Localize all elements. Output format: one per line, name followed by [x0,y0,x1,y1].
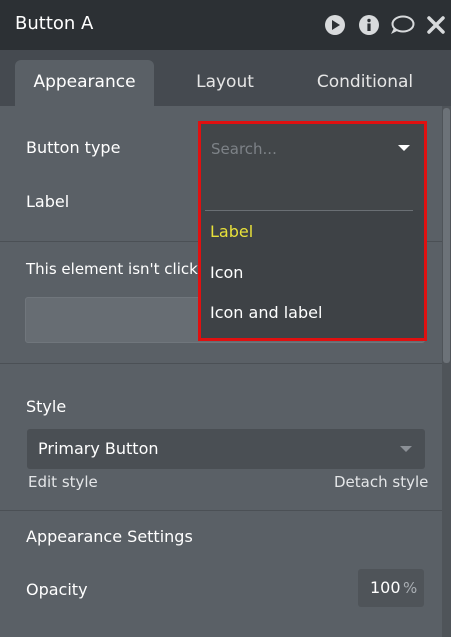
tab-bar: Appearance Layout Conditional [0,50,451,106]
chevron-down-icon [400,446,412,452]
opacity-label: Opacity [26,580,88,599]
scrollbar-thumb[interactable] [443,108,450,363]
button-type-dropdown[interactable]: Label Icon Icon and label [198,121,427,341]
dropdown-option-label[interactable]: Label [210,222,253,241]
style-select-value: Primary Button [38,439,159,458]
tab-conditional[interactable]: Conditional [305,60,425,106]
appearance-settings-heading: Appearance Settings [26,527,193,546]
dropdown-search-area [201,124,424,210]
play-icon[interactable] [324,14,346,36]
section-divider [0,363,442,364]
style-label: Style [26,397,67,416]
dropdown-search-input[interactable] [211,140,381,158]
not-clickable-warning: This element isn't clicka [26,260,207,278]
title-bar: Button A [0,0,451,50]
label-field-label: Label [26,192,70,211]
chevron-down-icon[interactable] [398,145,410,151]
style-select[interactable]: Primary Button [27,429,425,469]
close-icon[interactable] [425,14,447,36]
dropdown-option-icon-and-label[interactable]: Icon and label [210,303,322,322]
button-type-label: Button type [26,138,121,157]
dropdown-option-icon[interactable]: Icon [210,263,243,282]
opacity-input[interactable]: 100 % [358,569,424,607]
opacity-value: 100 [370,578,401,597]
tab-appearance[interactable]: Appearance [15,60,154,106]
opacity-unit: % [403,579,418,597]
edit-style-link[interactable]: Edit style [28,473,98,491]
info-icon[interactable] [358,14,380,36]
tab-layout[interactable]: Layout [175,60,275,106]
section-divider [0,510,442,511]
detach-style-link[interactable]: Detach style [334,473,428,491]
dropdown-divider [205,210,413,211]
window-title: Button A [15,13,94,34]
comment-icon[interactable] [389,14,415,36]
